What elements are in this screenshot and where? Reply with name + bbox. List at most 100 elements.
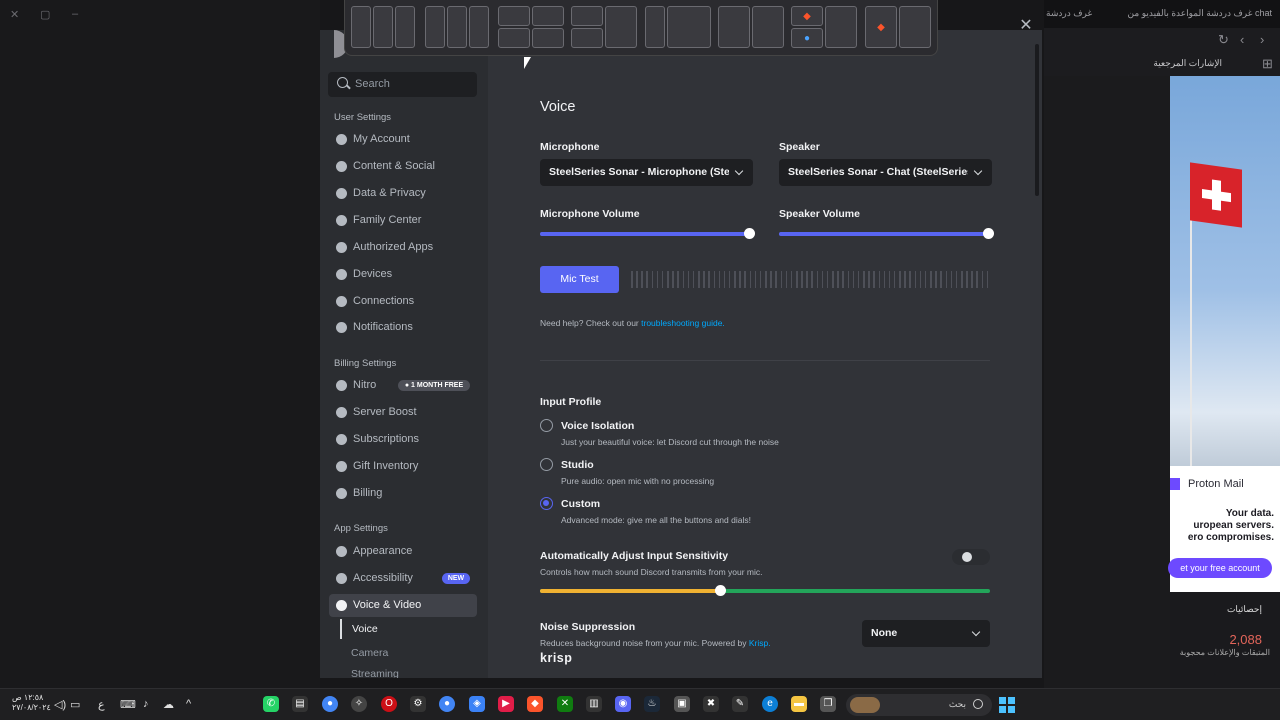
snap-group[interactable]: ◆ [865, 6, 931, 48]
ad-cta-button[interactable]: et your free account [1168, 558, 1272, 578]
troubleshooting-link[interactable]: troubleshooting guide. [641, 318, 725, 328]
speaker-select[interactable]: SteelSeries Sonar - Chat (SteelSeries [779, 159, 992, 186]
sensitivity-slider[interactable] [540, 585, 990, 596]
close-icon[interactable]: ✕ [1018, 18, 1034, 34]
steam-icon[interactable]: ♨ [644, 696, 660, 712]
sidebar-item-my-account[interactable]: My Account [329, 128, 477, 151]
sidebar-item-devices[interactable]: Devices [329, 263, 477, 286]
slider-knob[interactable] [983, 228, 994, 239]
sidebar-item-connections[interactable]: Connections [329, 290, 477, 313]
minimize-icon[interactable]: – [72, 8, 78, 20]
proton-logo-icon [1170, 478, 1180, 490]
subnav-streaming[interactable]: Streaming [340, 667, 477, 678]
snap-layout[interactable] [425, 6, 489, 48]
start-button[interactable] [999, 697, 1015, 713]
chevron-up-icon[interactable]: ^ [186, 698, 191, 710]
whatsapp-icon[interactable]: ✆ [263, 696, 279, 712]
microphone-select[interactable]: SteelSeries Sonar - Microphone (Stee [540, 159, 753, 186]
sidebar-item-label: Devices [353, 268, 393, 280]
proton-ad[interactable]: Proton Mail Your data. uropean servers. … [1168, 466, 1280, 592]
meter-bar [842, 271, 844, 288]
xbox-icon[interactable]: ✕ [557, 696, 573, 712]
scrollbar[interactable] [1035, 44, 1039, 196]
radio-voice-isolation[interactable] [540, 419, 553, 432]
browser-tab[interactable]: غرف دردشة [1046, 8, 1092, 19]
back-icon[interactable]: ‹ [1240, 32, 1244, 47]
sidebar-item-family-center[interactable]: Family Center [329, 209, 477, 232]
restore-icon[interactable]: ▢ [40, 8, 50, 21]
search-placeholder: Search [355, 78, 390, 90]
task-view-icon[interactable]: ❐ [820, 696, 836, 712]
brave-icon[interactable]: ◆ [527, 696, 543, 712]
mic-volume-slider[interactable] [540, 228, 755, 239]
slider-knob[interactable] [744, 228, 755, 239]
slider-knob[interactable] [715, 585, 726, 596]
snap-layout[interactable] [718, 6, 784, 48]
sidebar-item-notifications[interactable]: Notifications [329, 316, 477, 339]
snap-layout[interactable] [351, 6, 415, 48]
media-icon[interactable]: ▶ [498, 696, 514, 712]
snap-layout[interactable] [498, 6, 564, 48]
chrome-icon[interactable]: ● [322, 696, 338, 712]
chrome-icon[interactable]: ● [439, 696, 455, 712]
subnav-voice[interactable]: Voice [340, 619, 477, 639]
opera-icon[interactable]: O [381, 696, 397, 712]
pen-icon[interactable]: ✎ [732, 696, 748, 712]
snap-layout[interactable] [571, 6, 637, 48]
sidebar-item-authorized-apps[interactable]: Authorized Apps [329, 236, 477, 259]
radio-studio[interactable] [540, 458, 553, 471]
sidebar-item-voice-video[interactable]: Voice & Video [329, 594, 477, 617]
close-icon[interactable]: ✕ [10, 8, 19, 21]
browser-tab[interactable]: غرف دردشة المواعدة بالفيديو من chat [1128, 8, 1272, 19]
snap-layouts-flyout: ◆ ● ◆ [344, 0, 938, 56]
speaker-icon[interactable]: ◁) [54, 698, 66, 711]
language-indicator[interactable]: ع [98, 698, 105, 711]
nitro-icon [336, 380, 347, 391]
auto-sensitivity-toggle[interactable] [952, 549, 990, 565]
sidebar-item-content-social[interactable]: Content & Social [329, 155, 477, 178]
sidebar-item-server-boost[interactable]: Server Boost [329, 401, 477, 424]
clock[interactable]: ١٢:٥٨ ص ٢٧/٠٨/٢٠٢٤ [12, 693, 51, 713]
openai-icon[interactable]: ✧ [351, 696, 367, 712]
sidebar-item-accessibility[interactable]: Accessibility NEW [329, 567, 477, 590]
microphone-icon[interactable]: ♪ [143, 698, 149, 710]
app-icon[interactable]: ▤ [292, 696, 308, 712]
noise-suppression-select[interactable]: None [862, 620, 990, 647]
folder-icon[interactable]: ▬ [791, 696, 807, 712]
sidebar-item-gift-inventory[interactable]: Gift Inventory [329, 455, 477, 478]
shield-icon[interactable]: ◈ [469, 696, 485, 712]
app-icon[interactable]: ▥ [586, 696, 602, 712]
sidebar-item-label: Billing [353, 487, 383, 499]
discord-icon[interactable]: ◉ [615, 696, 631, 712]
store-icon[interactable]: ▣ [674, 696, 690, 712]
reload-icon[interactable]: ↻ [1218, 32, 1229, 48]
app-icon[interactable]: ✖ [703, 696, 719, 712]
meter-bar [718, 271, 721, 288]
search-input[interactable]: Search [328, 72, 477, 97]
meter-bar [692, 271, 695, 288]
speaker-volume-slider[interactable] [779, 228, 994, 239]
cloud-icon[interactable]: ☁ [163, 698, 174, 711]
option-desc: Pure audio: open mic with no processing [561, 476, 715, 486]
snap-group[interactable]: ◆ ● [791, 6, 857, 48]
taskbar-search[interactable]: بحث [846, 694, 992, 716]
sidebar-item-subscriptions[interactable]: Subscriptions [329, 428, 477, 451]
sidebar-item-nitro[interactable]: Nitro ● 1 MONTH FREE [329, 374, 477, 397]
sidebar-item-billing[interactable]: Billing [329, 482, 477, 505]
meter-bar [852, 271, 855, 288]
sidebar-item-data-privacy[interactable]: Data & Privacy [329, 182, 477, 205]
keyboard-icon[interactable]: ⌨ [120, 698, 136, 711]
snap-layout[interactable] [645, 6, 711, 48]
sidebar-item-appearance[interactable]: Appearance [329, 540, 477, 563]
network-icon[interactable]: ▭ [70, 698, 80, 711]
grid-icon[interactable]: ⊞ [1262, 56, 1273, 72]
krisp-link[interactable]: Krisp. [749, 638, 771, 648]
edge-icon[interactable]: e [762, 696, 778, 712]
mic-test-button[interactable]: Mic Test [540, 266, 619, 293]
bookmarks-label[interactable]: الإشارات المرجعية [1153, 58, 1222, 69]
ad-line: ero compromises. [1187, 532, 1274, 543]
settings-icon[interactable]: ⚙ [410, 696, 426, 712]
radio-custom[interactable] [540, 497, 553, 510]
forward-icon[interactable]: › [1260, 32, 1264, 47]
subnav-camera[interactable]: Camera [340, 643, 477, 663]
